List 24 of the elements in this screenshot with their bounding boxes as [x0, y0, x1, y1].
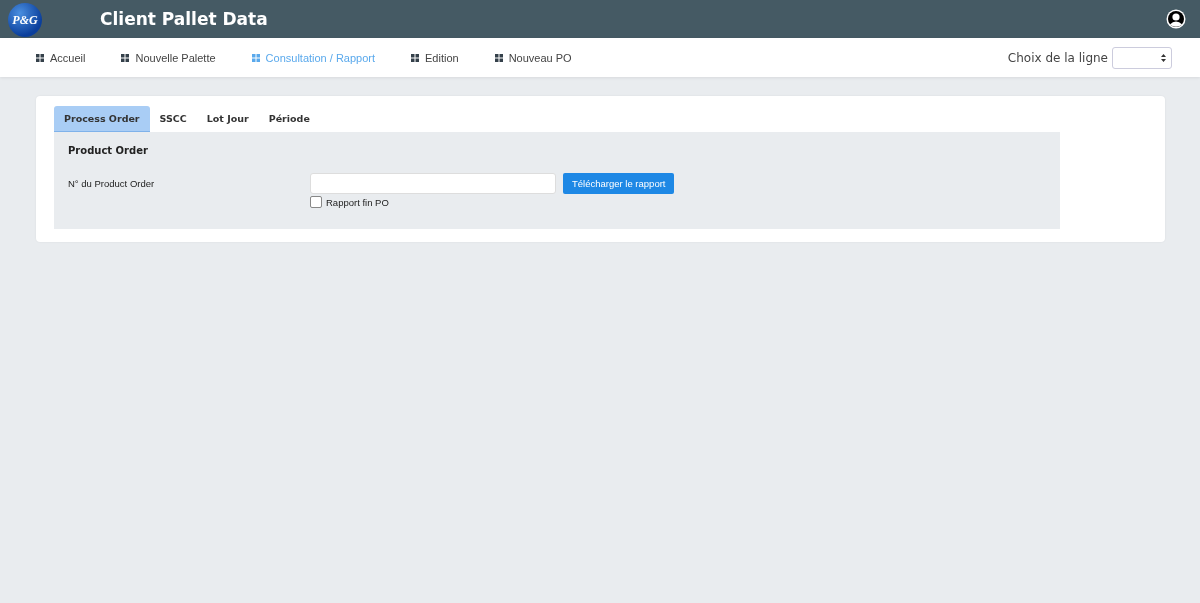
grid-icon [251, 53, 260, 62]
logo: P&G [8, 3, 42, 37]
app-title: Client Pallet Data [100, 9, 268, 29]
grid-icon [121, 53, 130, 62]
nav-link[interactable]: Edition [411, 51, 459, 64]
tab[interactable]: Période [258, 106, 320, 132]
checkbox-label: Rapport fin PO [326, 196, 389, 208]
grid-icon [411, 53, 420, 62]
grid-icon [36, 53, 44, 62]
section-heading: Product Order [68, 145, 149, 156]
tab[interactable]: Process Order [54, 106, 150, 132]
nav-link[interactable]: Nouvelle Palette [121, 51, 216, 64]
line-choice-label: Choix de la ligne [1007, 50, 1108, 65]
user-avatar-icon[interactable] [1166, 9, 1186, 29]
download-report-button[interactable]: Télécharger le rapport [563, 173, 675, 194]
nav-link[interactable]: Accueil [36, 51, 86, 64]
tab[interactable]: Lot Jour [196, 106, 259, 132]
grid-icon [494, 53, 503, 62]
input-field[interactable] [310, 173, 556, 194]
field-label: N° du Product Order [68, 177, 156, 189]
checkbox[interactable] [310, 196, 322, 208]
sort-arrows-icon [1161, 53, 1166, 62]
nav-link[interactable]: Nouveau PO [494, 51, 572, 64]
tab[interactable]: SSCC [149, 106, 197, 132]
